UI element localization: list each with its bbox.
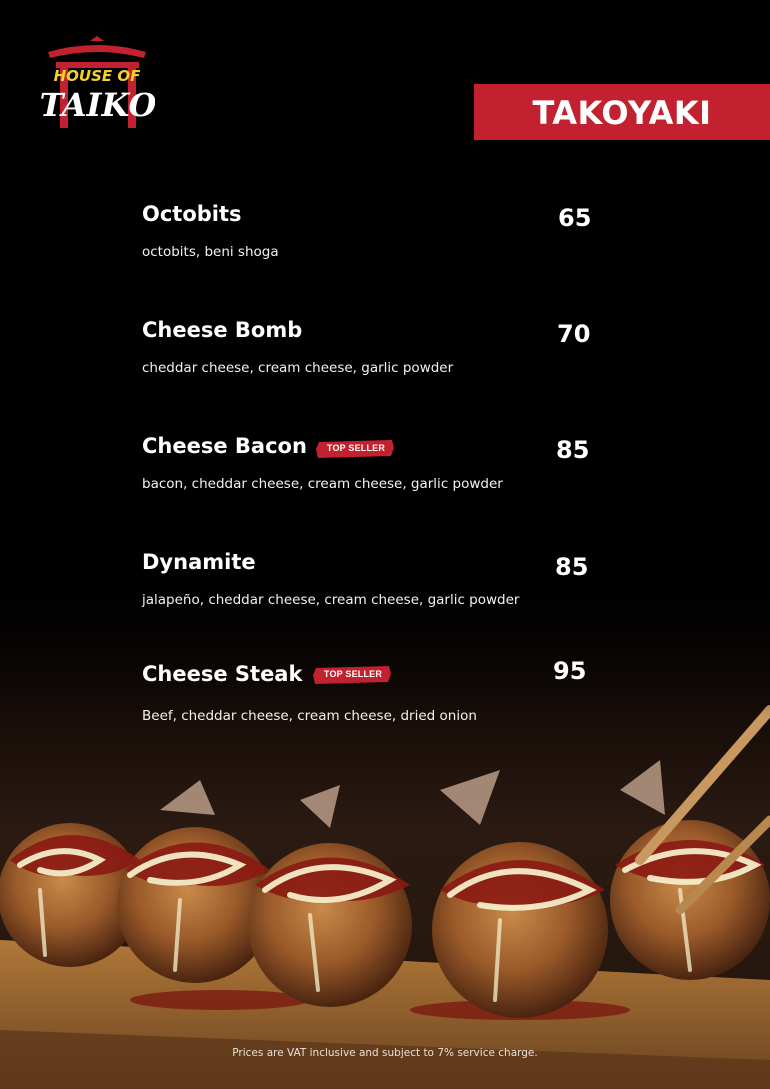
item-price: 95 bbox=[553, 657, 587, 685]
item-price: 65 bbox=[558, 204, 592, 232]
item-price: 70 bbox=[557, 320, 591, 348]
menu-item-cheese-bomb: Cheese Bomb 70 cheddar cheese, cream che… bbox=[142, 318, 602, 398]
takoyaki-photo bbox=[0, 560, 770, 1089]
item-price: 85 bbox=[556, 436, 590, 464]
item-name: Cheese Steak bbox=[142, 662, 303, 686]
pricing-footnote: Prices are VAT inclusive and subject to … bbox=[232, 1047, 538, 1059]
menu-item-cheese-bacon: Cheese Bacon TOP SELLER 85 bacon, chedda… bbox=[142, 434, 602, 514]
item-description: jalapeño, cheddar cheese, cream cheese, … bbox=[142, 592, 520, 608]
item-description: bacon, cheddar cheese, cream cheese, gar… bbox=[142, 476, 503, 492]
svg-text:HOUSE OF: HOUSE OF bbox=[54, 67, 142, 85]
svg-text:TAIKO: TAIKO bbox=[40, 86, 155, 124]
category-title: TAKOYAKI bbox=[532, 94, 712, 132]
top-seller-badge: TOP SELLER bbox=[316, 439, 396, 459]
item-price: 85 bbox=[555, 553, 589, 581]
top-seller-badge: TOP SELLER bbox=[313, 665, 393, 685]
category-banner: TAKOYAKI bbox=[474, 84, 770, 140]
menu-item-octobits: Octobits 65 octobits, beni shoga bbox=[142, 202, 602, 282]
menu-item-dynamite: Dynamite 85 jalapeño, cheddar cheese, cr… bbox=[142, 550, 602, 630]
menu-page: HOUSE OF TAIKO TAKOYAKI Octobits 65 octo… bbox=[0, 0, 770, 1089]
item-description: octobits, beni shoga bbox=[142, 244, 279, 260]
house-of-taiko-logo: HOUSE OF TAIKO bbox=[40, 36, 155, 128]
item-description: Beef, cheddar cheese, cream cheese, drie… bbox=[142, 708, 477, 724]
item-name: Octobits bbox=[142, 202, 242, 226]
item-name: Cheese Bacon bbox=[142, 434, 307, 458]
item-name: Cheese Bomb bbox=[142, 318, 303, 342]
menu-item-cheese-steak: Cheese Steak TOP SELLER 95 Beef, cheddar… bbox=[142, 657, 602, 742]
item-description: cheddar cheese, cream cheese, garlic pow… bbox=[142, 360, 454, 376]
item-name: Dynamite bbox=[142, 550, 256, 574]
